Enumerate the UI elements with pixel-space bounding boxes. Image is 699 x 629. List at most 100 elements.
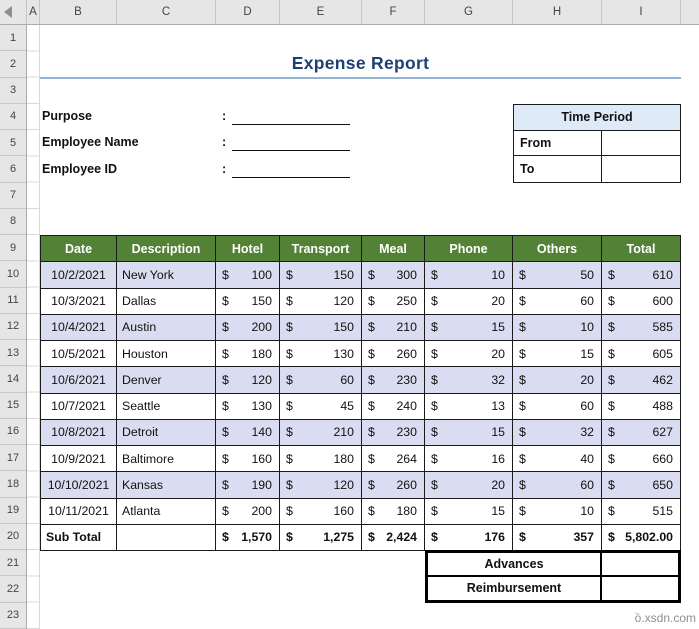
phone-cell[interactable]: $ 10 bbox=[425, 262, 513, 289]
column-header-e[interactable]: E bbox=[280, 0, 362, 24]
phone-cell[interactable]: $ 13 bbox=[425, 393, 513, 420]
meal-cell[interactable]: $ 210 bbox=[362, 314, 425, 341]
transport-cell[interactable]: $ 130 bbox=[280, 341, 362, 368]
hotel-cell[interactable]: $ 140 bbox=[216, 419, 280, 446]
others-cell[interactable]: $ 60 bbox=[513, 393, 602, 420]
row-header[interactable]: 11 bbox=[0, 288, 26, 314]
header-phone[interactable]: Phone bbox=[425, 236, 513, 263]
hotel-cell[interactable]: $ 150 bbox=[216, 288, 280, 315]
column-header-c[interactable]: C bbox=[117, 0, 216, 24]
employee-id-input-line[interactable] bbox=[232, 177, 350, 178]
others-cell[interactable]: $ 60 bbox=[513, 288, 602, 315]
hotel-cell[interactable]: $ 180 bbox=[216, 341, 280, 368]
description-cell[interactable]: Kansas bbox=[117, 472, 216, 499]
transport-cell[interactable]: $ 150 bbox=[280, 262, 362, 289]
meal-cell[interactable]: $ 240 bbox=[362, 393, 425, 420]
date-cell[interactable]: 10/7/2021 bbox=[41, 393, 117, 420]
transport-cell[interactable]: $ 60 bbox=[280, 367, 362, 394]
row-header[interactable]: 19 bbox=[0, 498, 26, 524]
phone-cell[interactable]: $ 16 bbox=[425, 446, 513, 473]
total-cell[interactable]: $ 610 bbox=[602, 262, 681, 289]
description-cell[interactable]: Austin bbox=[117, 314, 216, 341]
header-hotel[interactable]: Hotel bbox=[216, 236, 280, 263]
header-total[interactable]: Total bbox=[602, 236, 681, 263]
description-cell[interactable]: Seattle bbox=[117, 393, 216, 420]
meal-cell[interactable]: $ 264 bbox=[362, 446, 425, 473]
row-header[interactable]: 1 bbox=[0, 25, 26, 52]
total-cell[interactable]: $ 585 bbox=[602, 314, 681, 341]
row-header[interactable]: 3 bbox=[0, 78, 26, 104]
purpose-input-line[interactable] bbox=[232, 124, 350, 125]
subtotal-others-cell[interactable]: $ 357 bbox=[513, 524, 602, 551]
phone-cell[interactable]: $ 20 bbox=[425, 341, 513, 368]
row-header[interactable]: 13 bbox=[0, 340, 26, 367]
row-header[interactable]: 18 bbox=[0, 471, 26, 498]
time-period-to-value[interactable] bbox=[602, 156, 680, 182]
subtotal-description-cell[interactable] bbox=[117, 524, 216, 551]
row-header[interactable]: 22 bbox=[0, 576, 26, 603]
description-cell[interactable]: New York bbox=[117, 262, 216, 289]
meal-cell[interactable]: $ 260 bbox=[362, 341, 425, 368]
row-header[interactable]: 10 bbox=[0, 261, 26, 288]
row-header[interactable]: 7 bbox=[0, 183, 26, 209]
hotel-cell[interactable]: $ 100 bbox=[216, 262, 280, 289]
meal-cell[interactable]: $ 300 bbox=[362, 262, 425, 289]
hotel-cell[interactable]: $ 120 bbox=[216, 367, 280, 394]
row-header[interactable]: 2 bbox=[0, 51, 26, 78]
row-header[interactable]: 5 bbox=[0, 130, 26, 157]
phone-cell[interactable]: $ 15 bbox=[425, 314, 513, 341]
hotel-cell[interactable]: $ 190 bbox=[216, 472, 280, 499]
others-cell[interactable]: $ 15 bbox=[513, 341, 602, 368]
date-cell[interactable]: 10/4/2021 bbox=[41, 314, 117, 341]
total-cell[interactable]: $ 660 bbox=[602, 446, 681, 473]
others-cell[interactable]: $ 60 bbox=[513, 472, 602, 499]
phone-cell[interactable]: $ 15 bbox=[425, 419, 513, 446]
column-header-i[interactable]: I bbox=[602, 0, 681, 24]
total-cell[interactable]: $ 605 bbox=[602, 341, 681, 368]
hotel-cell[interactable]: $ 200 bbox=[216, 314, 280, 341]
phone-cell[interactable]: $ 32 bbox=[425, 367, 513, 394]
date-cell[interactable]: 10/10/2021 bbox=[41, 472, 117, 499]
date-cell[interactable]: 10/11/2021 bbox=[41, 498, 117, 525]
row-header[interactable]: 14 bbox=[0, 366, 26, 393]
row-header[interactable]: 12 bbox=[0, 314, 26, 340]
description-cell[interactable]: Detroit bbox=[117, 419, 216, 446]
others-cell[interactable]: $ 32 bbox=[513, 419, 602, 446]
date-cell[interactable]: 10/3/2021 bbox=[41, 288, 117, 315]
page-title[interactable]: Expense Report bbox=[40, 51, 681, 79]
column-header-g[interactable]: G bbox=[425, 0, 513, 24]
header-meal[interactable]: Meal bbox=[362, 236, 425, 263]
row-header[interactable]: 9 bbox=[0, 235, 26, 262]
row-header[interactable]: 21 bbox=[0, 550, 26, 577]
total-cell[interactable]: $ 600 bbox=[602, 288, 681, 315]
column-header-h[interactable]: H bbox=[513, 0, 602, 24]
column-header-d[interactable]: D bbox=[216, 0, 280, 24]
description-cell[interactable]: Atlanta bbox=[117, 498, 216, 525]
transport-cell[interactable]: $ 160 bbox=[280, 498, 362, 525]
transport-cell[interactable]: $ 120 bbox=[280, 288, 362, 315]
transport-cell[interactable]: $ 210 bbox=[280, 419, 362, 446]
others-cell[interactable]: $ 10 bbox=[513, 498, 602, 525]
date-cell[interactable]: 10/2/2021 bbox=[41, 262, 117, 289]
subtotal-label-cell[interactable]: Sub Total bbox=[41, 524, 117, 551]
total-cell[interactable]: $ 515 bbox=[602, 498, 681, 525]
total-cell[interactable]: $ 627 bbox=[602, 419, 681, 446]
transport-cell[interactable]: $ 45 bbox=[280, 393, 362, 420]
header-others[interactable]: Others bbox=[513, 236, 602, 263]
description-cell[interactable]: Dallas bbox=[117, 288, 216, 315]
row-header[interactable]: 23 bbox=[0, 603, 26, 629]
phone-cell[interactable]: $ 20 bbox=[425, 288, 513, 315]
transport-cell[interactable]: $ 120 bbox=[280, 472, 362, 499]
row-header[interactable]: 4 bbox=[0, 104, 26, 130]
phone-cell[interactable]: $ 20 bbox=[425, 472, 513, 499]
reimbursement-value-cell[interactable] bbox=[602, 577, 678, 601]
row-header[interactable]: 20 bbox=[0, 524, 26, 550]
description-cell[interactable]: Baltimore bbox=[117, 446, 216, 473]
date-cell[interactable]: 10/9/2021 bbox=[41, 446, 117, 473]
others-cell[interactable]: $ 10 bbox=[513, 314, 602, 341]
hotel-cell[interactable]: $ 200 bbox=[216, 498, 280, 525]
column-header-f[interactable]: F bbox=[362, 0, 425, 24]
column-header-a[interactable]: A bbox=[27, 0, 40, 24]
subtotal-meal-cell[interactable]: $ 2,424 bbox=[362, 524, 425, 551]
date-cell[interactable]: 10/8/2021 bbox=[41, 419, 117, 446]
